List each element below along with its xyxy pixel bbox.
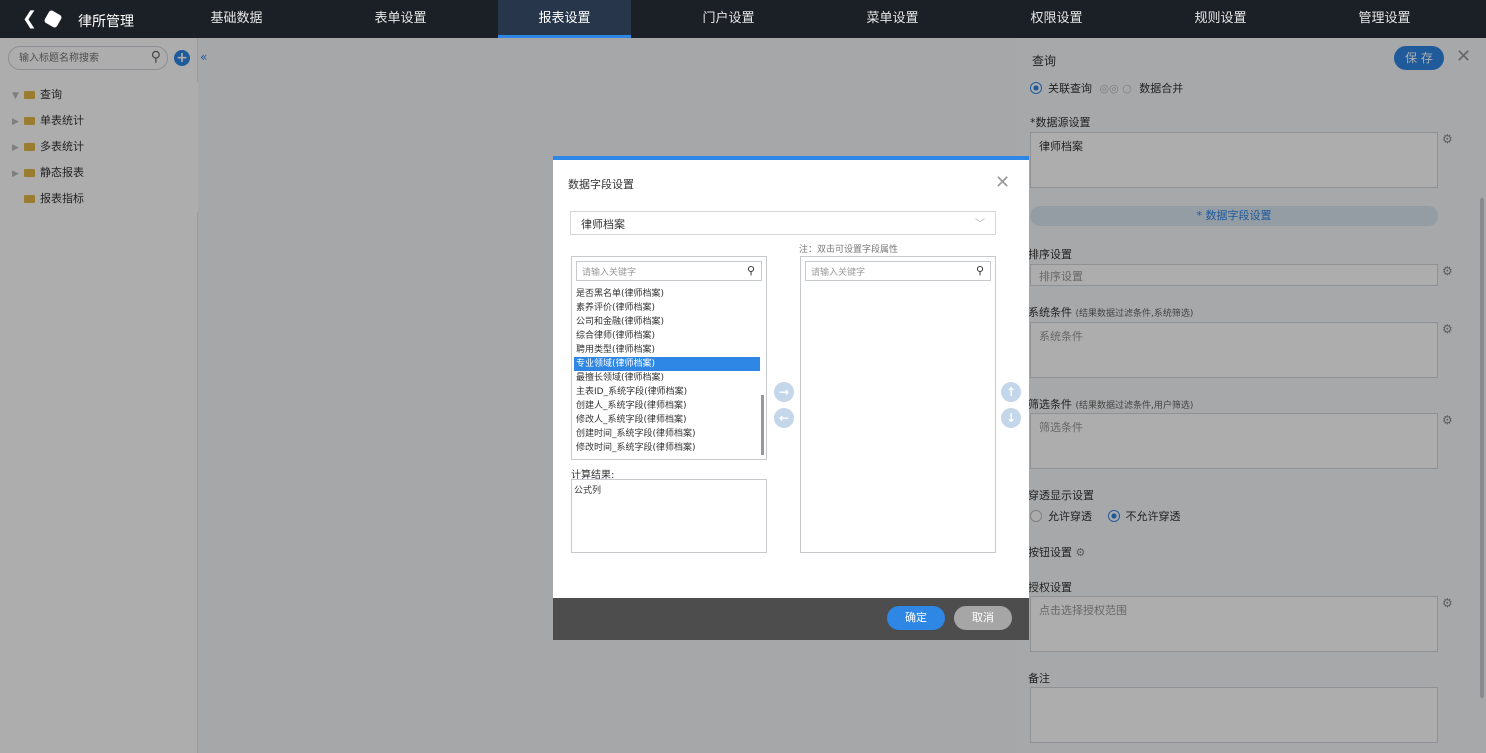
calc-result-box[interactable]: 公式列 xyxy=(571,479,767,553)
list-item[interactable]: 创建时间_系统字段(律师档案) xyxy=(574,427,760,441)
list-item[interactable]: 聘用类型(律师档案) xyxy=(574,343,760,357)
cancel-button[interactable]: 取消 xyxy=(954,606,1012,630)
list-item[interactable]: 修改时间_系统字段(律师档案) xyxy=(574,441,760,455)
list-item[interactable]: 最擅长领域(律师档案) xyxy=(574,371,760,385)
confirm-button[interactable]: 确定 xyxy=(887,606,945,630)
tab-portal-settings[interactable]: 门户设置 xyxy=(662,0,795,38)
list-item[interactable]: 素养评价(律师档案) xyxy=(574,301,760,315)
cube-icon xyxy=(43,9,63,29)
tab-menu-settings[interactable]: 菜单设置 xyxy=(826,0,959,38)
arrow-left-icon[interactable]: ← xyxy=(774,408,794,428)
selected-fields-list: 请输入关键字 ⚲ xyxy=(800,256,996,553)
source-select[interactable]: 律师档案 ﹀ xyxy=(570,211,996,235)
list-item[interactable]: 是否黑名单(律师档案) xyxy=(574,287,760,301)
dialog-footer: 确定 取消 xyxy=(553,598,1029,640)
arrow-down-icon[interactable]: ↓ xyxy=(1001,408,1021,428)
list-scrollbar[interactable] xyxy=(761,395,764,455)
tab-form-settings[interactable]: 表单设置 xyxy=(334,0,467,38)
available-fields-list: 请输入关键字 ⚲ 是否黑名单(律师档案) 素养评价(律师档案) 公司和金融(律师档… xyxy=(571,256,767,460)
dialog-title: 数据字段设置 xyxy=(568,178,634,191)
list-item[interactable]: 综合律师(律师档案) xyxy=(574,329,760,343)
tab-admin-settings[interactable]: 管理设置 xyxy=(1318,0,1451,38)
list-item[interactable]: 主表ID_系统字段(律师档案) xyxy=(574,385,760,399)
select-value: 律师档案 xyxy=(581,218,625,231)
hint-note: 注：双击可设置字段属性 xyxy=(799,245,899,255)
arrow-up-icon[interactable]: ↑ xyxy=(1001,382,1021,402)
list-item-selected[interactable]: 专业领域(律师档案) xyxy=(574,357,760,371)
selected-search[interactable]: 请输入关键字 ⚲ xyxy=(805,261,991,281)
field-settings-dialog: 数据字段设置 ✕ 律师档案 ﹀ 注：双击可设置字段属性 请输入关键字 ⚲ 是否黑名单… xyxy=(553,156,1029,640)
tab-basic-data[interactable]: 基础数据 xyxy=(170,0,303,38)
search-icon[interactable]: ⚲ xyxy=(747,264,755,277)
app-title: 律所管理 xyxy=(78,14,134,30)
search-placeholder: 请输入关键字 xyxy=(811,268,866,278)
tab-report-settings[interactable]: 报表设置 xyxy=(498,0,631,38)
chevron-down-icon: ﹀ xyxy=(975,219,985,230)
tab-permission-settings[interactable]: 权限设置 xyxy=(990,0,1123,38)
close-icon[interactable]: ✕ xyxy=(995,172,1010,193)
arrow-right-icon[interactable]: → xyxy=(774,382,794,402)
tab-rule-settings[interactable]: 规则设置 xyxy=(1154,0,1287,38)
top-bar: ❮ 律所管理 基础数据 表单设置 报表设置 门户设置 菜单设置 权限设置 规则设… xyxy=(0,0,1486,38)
available-search[interactable]: 请输入关键字 ⚲ xyxy=(576,261,762,281)
search-icon[interactable]: ⚲ xyxy=(976,264,984,277)
search-placeholder: 请输入关键字 xyxy=(582,268,637,278)
list-item[interactable]: 创建人_系统字段(律师档案) xyxy=(574,399,760,413)
list-item[interactable]: 修改人_系统字段(律师档案) xyxy=(574,413,760,427)
available-items: 是否黑名单(律师档案) 素养评价(律师档案) 公司和金融(律师档案) 综合律师(… xyxy=(574,287,760,457)
list-item[interactable]: 公司和金融(律师档案) xyxy=(574,315,760,329)
chevron-left-icon[interactable]: ❮ xyxy=(22,9,37,29)
